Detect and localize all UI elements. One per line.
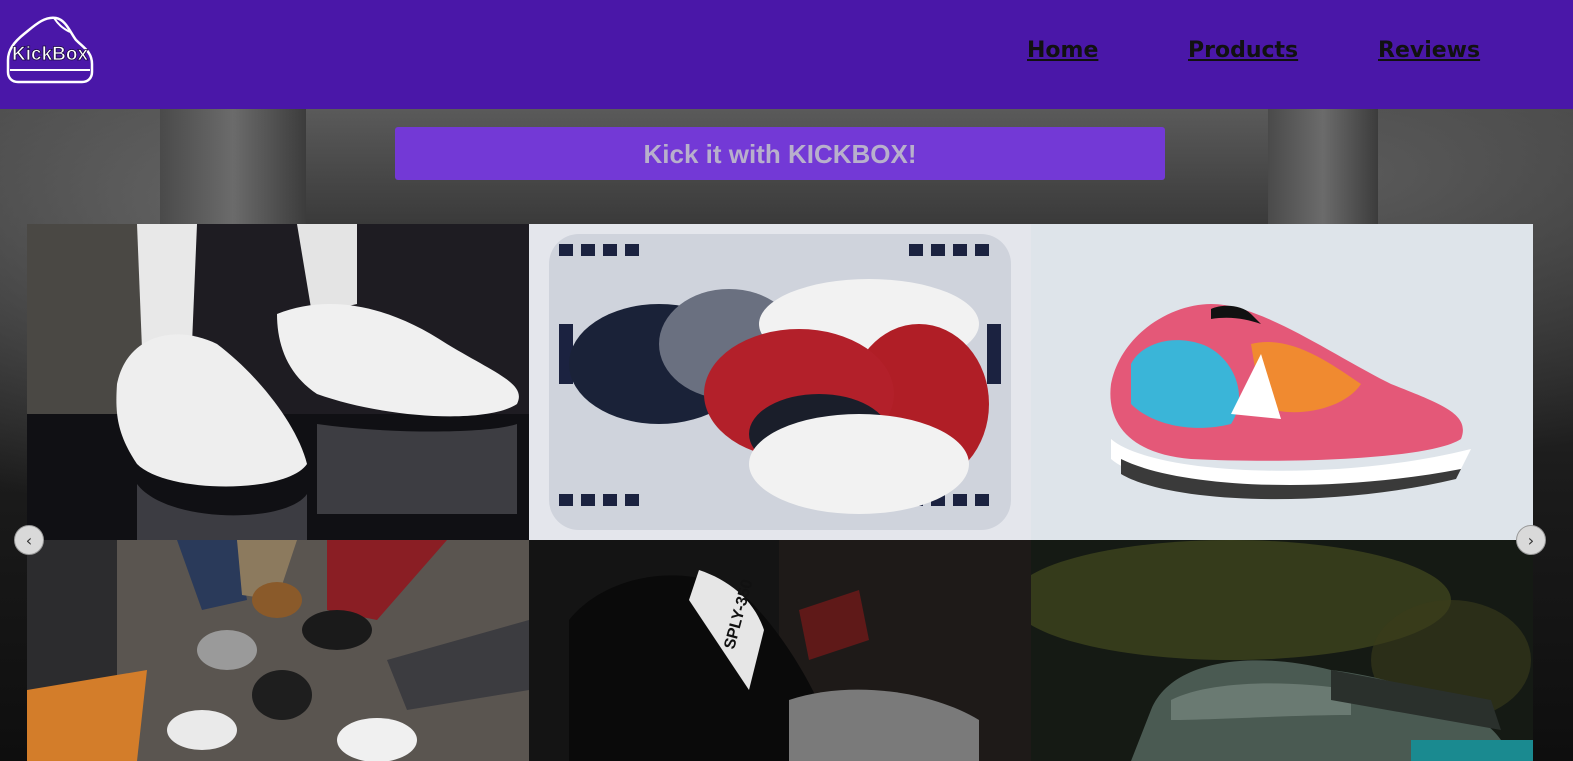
logo-text: KickBox bbox=[12, 44, 88, 65]
sneaker-logo-icon: KickBox bbox=[6, 16, 94, 84]
chevron-right-icon: › bbox=[1527, 530, 1535, 550]
chevron-left-icon: ‹ bbox=[25, 530, 33, 550]
kickbox-logo[interactable]: KickBox bbox=[4, 12, 96, 90]
nav-reviews-link[interactable]: Reviews bbox=[1378, 38, 1480, 63]
navbar: KickBox Home Products Reviews bbox=[0, 0, 1573, 109]
floral-pattern-sneakers-photo[interactable] bbox=[1031, 224, 1533, 540]
black-white-sneaker-photo[interactable]: SPLY-350 bbox=[529, 540, 1031, 761]
white-sneakers-puddle-photo[interactable] bbox=[27, 224, 529, 540]
nav-products-link[interactable]: Products bbox=[1188, 38, 1298, 63]
next-slide-button[interactable]: › bbox=[1516, 525, 1546, 555]
graffiti-pillar bbox=[1268, 109, 1378, 224]
prev-slide-button[interactable]: ‹ bbox=[14, 525, 44, 555]
hero-banner: Kick it with KICKBOX! bbox=[395, 127, 1165, 180]
grey-sneaker-on-ledge-photo[interactable] bbox=[1031, 540, 1533, 761]
nav-home-link[interactable]: Home bbox=[1027, 38, 1098, 63]
circle-of-feet-photo[interactable] bbox=[27, 540, 529, 761]
concrete-pillar bbox=[160, 109, 306, 224]
sneakers-in-laundry-basket-photo[interactable] bbox=[529, 224, 1031, 540]
